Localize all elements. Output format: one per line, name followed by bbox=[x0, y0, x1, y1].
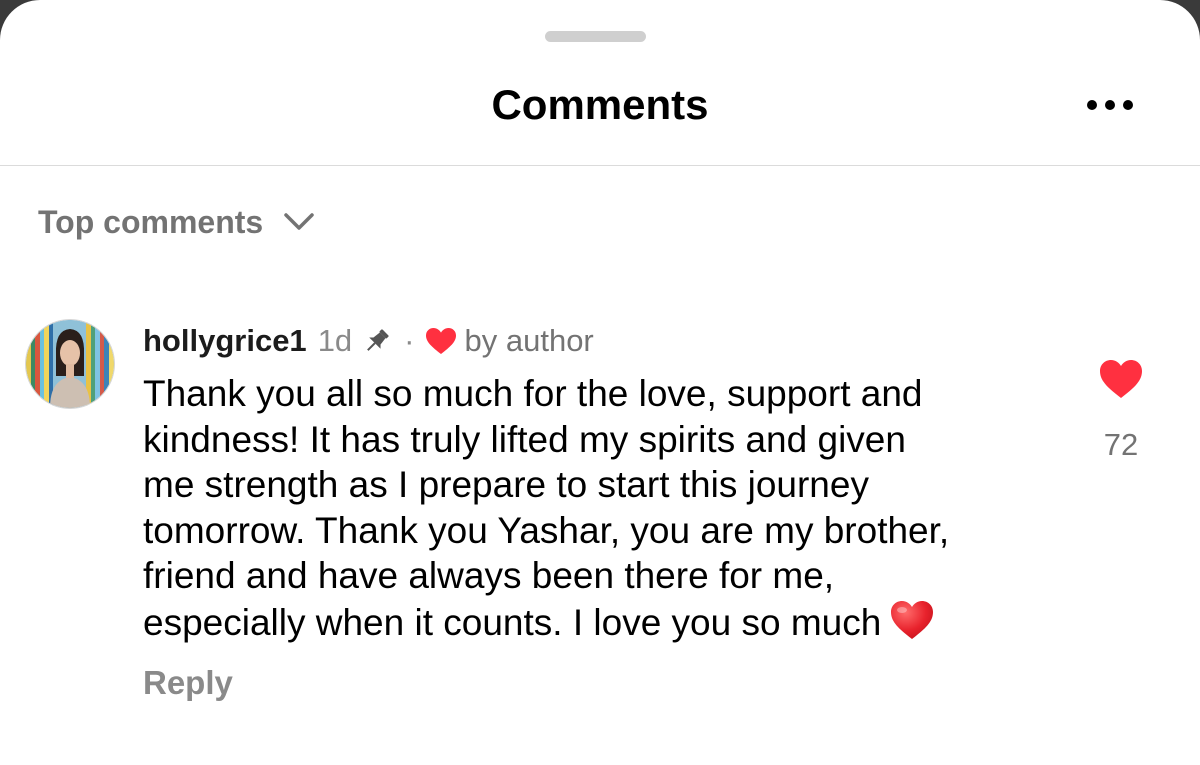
pin-icon bbox=[362, 326, 392, 356]
liked-by-author-label: by author bbox=[464, 323, 594, 358]
sort-label: Top comments bbox=[38, 203, 264, 240]
comment-text: Thank you all so much for the love, supp… bbox=[143, 371, 1043, 651]
reply-button[interactable]: Reply bbox=[143, 664, 233, 702]
header-divider bbox=[0, 165, 1200, 166]
page-title: Comments bbox=[491, 81, 709, 128]
comment-line: friend and have always been there for me… bbox=[143, 555, 835, 596]
comment-username[interactable]: hollygrice1 bbox=[143, 323, 307, 359]
like-heart-icon[interactable] bbox=[1098, 358, 1144, 400]
red-heart-emoji-icon bbox=[889, 599, 935, 652]
liked-by-author-heart-icon bbox=[425, 327, 457, 355]
comment-line: me strength as I prepare to start this j… bbox=[143, 464, 869, 505]
comment-line: Thank you all so much for the love, supp… bbox=[143, 373, 923, 414]
like-count: 72 bbox=[1103, 427, 1139, 462]
sort-dropdown[interactable]: Top comments bbox=[38, 200, 315, 244]
chevron-down-icon bbox=[284, 213, 314, 230]
comment-meta: hollygrice1 1d · by author bbox=[143, 320, 594, 362]
comment-line: tomorrow. Thank you Yashar, you are my b… bbox=[143, 509, 950, 551]
sheet-grabber-handle[interactable] bbox=[545, 31, 646, 42]
more-horizontal-icon bbox=[1087, 100, 1133, 110]
meta-separator: · bbox=[404, 323, 415, 358]
comments-sheet: Comments Top comments hollygrice1 1d · b… bbox=[0, 0, 1200, 765]
comment-line: kindness! It has truly lifted my spirits… bbox=[143, 418, 906, 460]
avatar[interactable] bbox=[26, 320, 114, 408]
comment-last-line: especially when it counts. I love you so… bbox=[143, 599, 1043, 652]
comment-time: 1d bbox=[317, 323, 353, 358]
more-options-button[interactable] bbox=[1080, 88, 1140, 122]
comment-line: especially when it counts. I love you so… bbox=[143, 601, 882, 643]
